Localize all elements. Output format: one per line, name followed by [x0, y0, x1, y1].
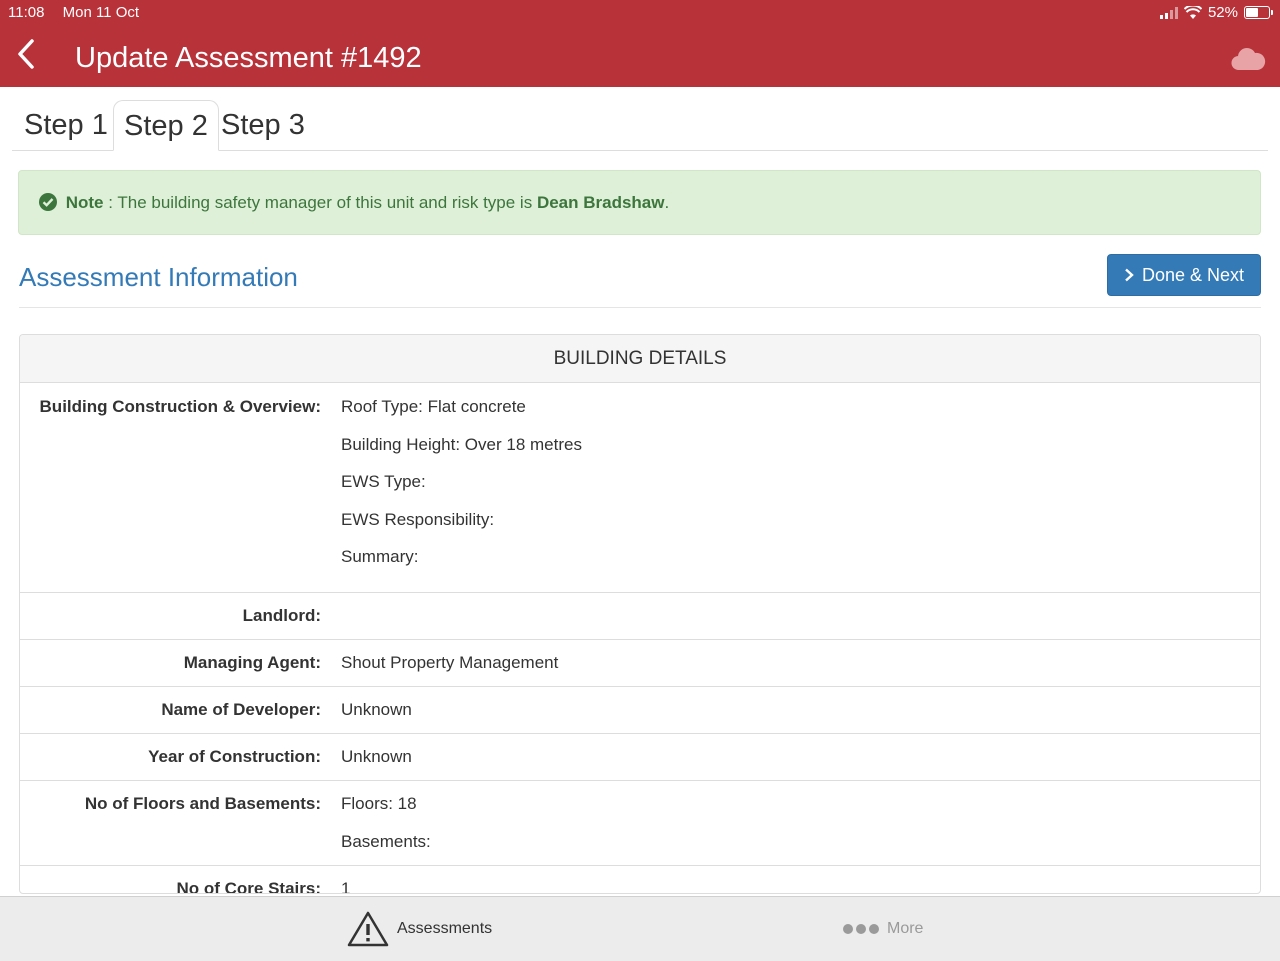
check-circle-icon: [39, 193, 57, 216]
row-value: Building Height: Over 18 metres: [341, 434, 582, 454]
tab-step-1[interactable]: Step 1: [14, 100, 118, 149]
row-values: Floors: 18 Basements:: [341, 793, 431, 865]
status-date: Mon 11 Oct: [62, 4, 140, 21]
section-title: Assessment Information: [19, 262, 298, 292]
row-value: Roof Type: Flat concrete: [341, 397, 526, 416]
status-bar-left: 11:08 Mon 11 Oct: [8, 4, 153, 21]
row-label: Year of Construction:: [148, 747, 321, 766]
battery-percent: 52%: [1207, 4, 1238, 21]
note-prefix: Note: [65, 193, 104, 212]
chevron-left-icon: [18, 39, 34, 69]
row-value: Shout Property Management: [341, 653, 559, 672]
nav-more[interactable]: More: [843, 897, 923, 961]
done-next-button[interactable]: Done & Next: [1107, 254, 1261, 296]
warning-icon: [347, 911, 389, 947]
step-tabs: Step 1 Step 2 Step 3: [12, 100, 1268, 151]
panel-heading: BUILDING DETAILS: [20, 335, 1260, 383]
signal-icon: [1159, 6, 1178, 19]
done-next-label: Done & Next: [1141, 264, 1245, 285]
row-label: Building Construction & Overview:: [39, 397, 321, 416]
cloud-icon[interactable]: [1230, 44, 1266, 77]
battery-icon: [1244, 6, 1273, 19]
table-row: Name of Developer: Unknown: [20, 687, 1260, 734]
row-value: EWS Type:: [341, 472, 426, 491]
tab-step-2[interactable]: Step 2: [113, 100, 219, 151]
nav-more-label: More: [887, 920, 924, 937]
table-row: Landlord:: [20, 593, 1260, 640]
row-label: Landlord:: [242, 606, 321, 625]
row-value: Unknown: [341, 700, 412, 719]
more-dots-icon: [843, 924, 879, 934]
row-value: Floors: 18: [341, 794, 417, 813]
row-value: Basements:: [341, 831, 431, 851]
page-title: Update Assessment #1492: [75, 42, 422, 74]
note-text: : The building safety manager of this un…: [103, 193, 537, 212]
safety-manager-name: Dean Bradshaw: [536, 193, 665, 212]
note-suffix: .: [664, 193, 670, 212]
row-value: EWS Responsibility:: [341, 509, 495, 529]
table-row: No of Floors and Basements: Floors: 18 B…: [20, 781, 1260, 866]
row-label: No of Floors and Basements:: [84, 794, 321, 813]
row-value: 1: [341, 879, 351, 894]
nav-assessments[interactable]: Assessments: [347, 897, 492, 961]
back-button[interactable]: [14, 38, 42, 70]
status-time: 11:08: [8, 4, 45, 21]
bottom-nav: Assessments More: [0, 896, 1280, 961]
row-label: Name of Developer:: [161, 700, 321, 719]
section-divider: [19, 307, 1261, 308]
note-alert: Note : The building safety manager of th…: [18, 170, 1261, 235]
row-label: Managing Agent:: [183, 653, 321, 672]
wifi-icon: [1183, 5, 1202, 19]
row-values: Roof Type: Flat concrete Building Height…: [341, 396, 582, 592]
tab-step-3[interactable]: Step 3: [211, 100, 315, 149]
row-value: Unknown: [341, 747, 412, 766]
chevron-right-icon: [1125, 268, 1134, 282]
row-label: No of Core Stairs:: [176, 879, 321, 894]
table-row: Building Construction & Overview: Roof T…: [20, 383, 1260, 593]
status-bar-right: 52%: [1159, 4, 1273, 21]
app-header: 11:08 Mon 11 Oct 52% Update Assessment #…: [0, 0, 1280, 87]
table-row: Year of Construction: Unknown: [20, 734, 1260, 781]
table-row: No of Core Stairs: 1: [20, 866, 1260, 894]
row-value: Summary:: [341, 547, 419, 566]
nav-assessments-label: Assessments: [397, 920, 493, 937]
table-row: Managing Agent: Shout Property Managemen…: [20, 640, 1260, 687]
building-details-panel: BUILDING DETAILS Building Construction &…: [19, 334, 1261, 894]
